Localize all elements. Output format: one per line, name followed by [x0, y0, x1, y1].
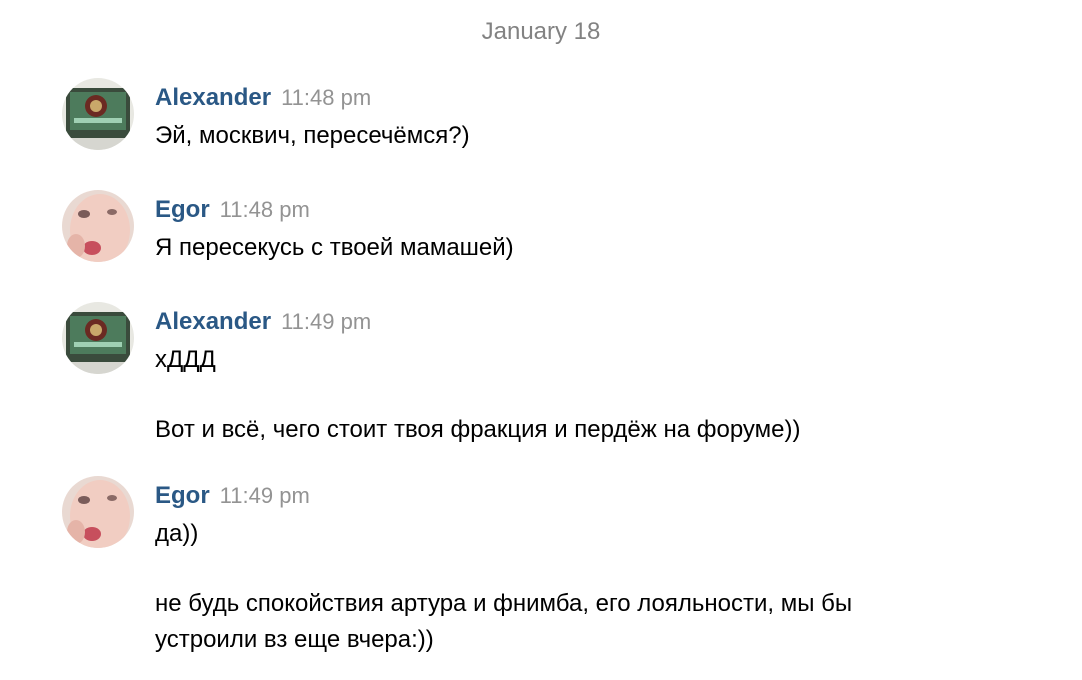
- message-author[interactable]: Alexander: [155, 308, 271, 335]
- message-text: не будь спокойствия артура и фнимба, его…: [155, 590, 853, 653]
- message-text: да)): [155, 520, 199, 547]
- message-time[interactable]: 11:48 pm: [220, 197, 310, 222]
- message-time[interactable]: 11:49 pm: [281, 309, 371, 334]
- message-text: Эй, москвич, пересечёмся?): [155, 122, 470, 149]
- alexander-avatar[interactable]: [62, 78, 134, 150]
- message-author[interactable]: Egor: [155, 196, 210, 223]
- egor-avatar[interactable]: [62, 476, 134, 548]
- message-author[interactable]: Egor: [155, 482, 210, 509]
- date-separator: January 18: [481, 18, 601, 45]
- message-text: Вот и всё, чего стоит твоя фракция и пер…: [155, 416, 801, 443]
- message-text: Я пересекусь с твоей мамашей): [155, 234, 514, 261]
- message-text: хДДД: [155, 346, 216, 373]
- message-author[interactable]: Alexander: [155, 84, 271, 111]
- alexander-avatar[interactable]: [62, 302, 134, 374]
- message-time[interactable]: 11:49 pm: [220, 483, 310, 508]
- egor-avatar[interactable]: [62, 190, 134, 262]
- message-time[interactable]: 11:48 pm: [281, 85, 371, 110]
